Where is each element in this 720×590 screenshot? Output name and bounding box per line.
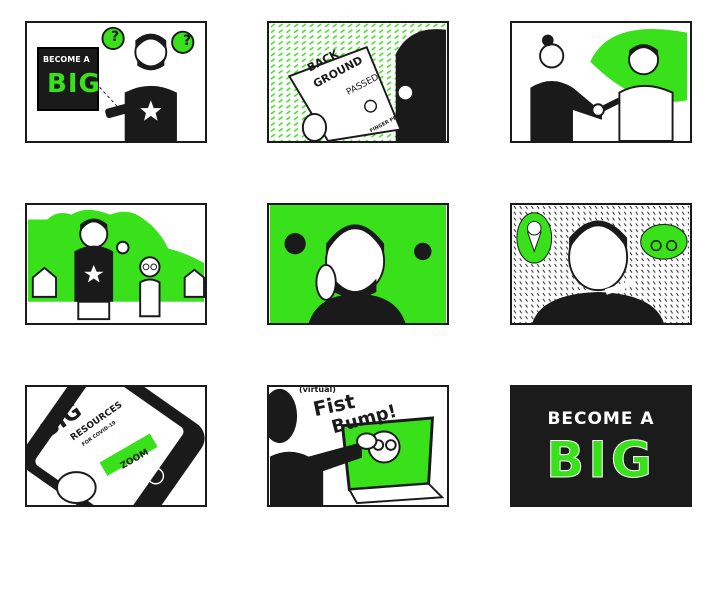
illustration-worried-man <box>269 205 447 323</box>
illustration-thinking-man <box>512 205 690 323</box>
panel-background-check: BACK GROUND PASSED FINGER PRINT <box>267 21 449 143</box>
sign-text-line1: BECOME A <box>43 55 90 64</box>
become-a-big-sign: BECOME A BIG <box>37 47 101 111</box>
panel-thinking-options <box>510 203 692 325</box>
final-text-line2: BIG <box>546 431 656 490</box>
panel-worried-virus <box>267 203 449 325</box>
panel-virtual-fist-bump: (virtual) Fist Bump! <box>267 385 449 507</box>
panel-become-a-big-phone: BECOME A BIG ? ? <box>25 21 207 143</box>
panel-phone-resources: BIG RESOURCES FOR COVID-19 ZOOM <box>25 385 207 507</box>
sign-text-line2: BIG <box>47 69 101 99</box>
illustration-laptop-fist-bump <box>269 388 445 505</box>
final-text-line1: BECOME A <box>547 409 655 429</box>
panel-ice-cream-outing <box>25 203 207 325</box>
panel-handshake <box>510 21 692 143</box>
illustration-handshake <box>530 29 688 141</box>
panel-become-a-big-final: BECOME A BIG <box>510 385 692 507</box>
question-bubble-left: ? <box>111 29 120 45</box>
illustration-ice-cream <box>27 209 205 323</box>
question-bubble-right: ? <box>183 33 192 49</box>
